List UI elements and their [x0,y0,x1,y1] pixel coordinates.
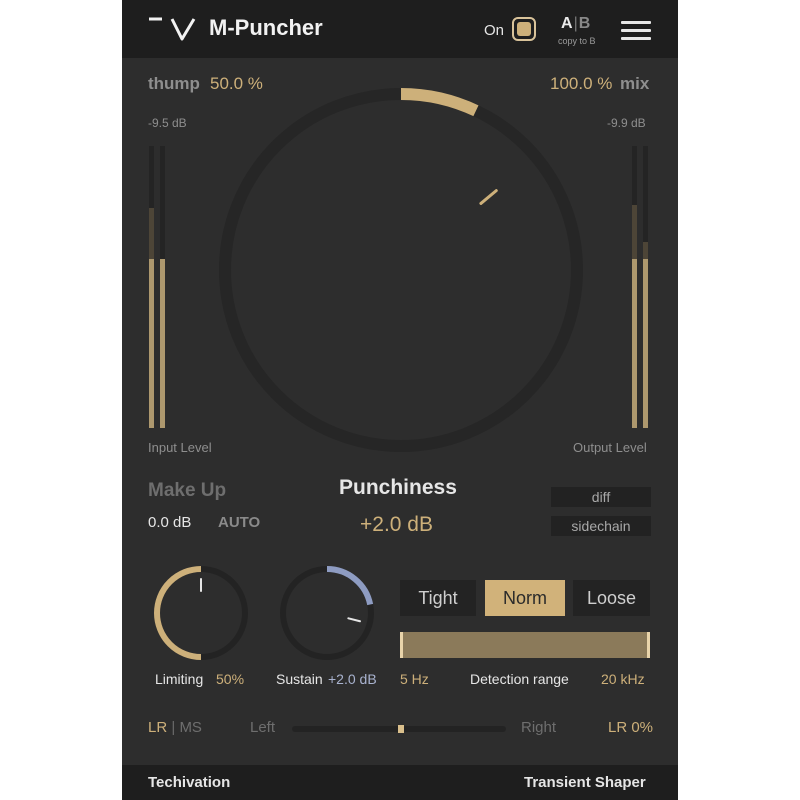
punchiness-value[interactable]: +2.0 dB [360,513,433,537]
stereo-mode-switch[interactable]: LR | MS [148,719,202,736]
detection-range-high-handle[interactable] [647,632,650,658]
detection-range-label: Detection range [470,671,569,687]
limiting-label: Limiting [155,671,204,687]
output-db-readout: -9.9 dB [607,116,646,130]
ab-switch[interactable]: A|B [561,15,590,33]
punchiness-label: Punchiness [339,476,457,499]
input-meter-left [149,146,154,428]
mode-tight-button[interactable]: Tight [400,580,476,616]
sustain-knob[interactable] [277,563,377,663]
output-meter-left [632,146,637,428]
makeup-value[interactable]: 0.0 dB [148,514,191,531]
diff-toggle[interactable]: diff [551,487,651,507]
power-toggle[interactable] [512,17,536,41]
balance-slider-thumb[interactable] [398,725,404,733]
output-meter-right [643,146,648,428]
punchiness-knob[interactable] [219,88,583,452]
lr-mode-button[interactable]: LR [148,719,167,736]
balance-value[interactable]: LR 0% [608,719,653,736]
detection-low-value: 5 Hz [400,671,429,687]
thump-label: thump [148,74,200,93]
limiting-value[interactable]: 50% [216,671,244,687]
footer-product: Transient Shaper [524,774,646,791]
app-title: M-Puncher [209,15,323,40]
on-label: On [484,22,505,39]
detection-high-value: 20 kHz [601,671,645,687]
input-meter-right [160,146,165,428]
input-level-label: Input Level [148,440,212,455]
footer-bar: Techivation Transient Shaper [122,765,678,800]
detection-range-low-handle[interactable] [400,632,403,658]
ab-a-button[interactable]: A [561,15,573,32]
makeup-auto-button[interactable]: AUTO [218,514,260,531]
hamburger-menu-icon[interactable] [621,21,651,45]
input-db-readout: -9.5 dB [148,116,187,130]
makeup-label: Make Up [148,480,227,501]
ab-b-button[interactable]: B [579,15,591,32]
techivation-logo-icon [149,17,196,41]
output-level-label: Output Level [573,440,647,455]
sustain-value[interactable]: +2.0 dB [328,671,377,687]
footer-brand: Techivation [148,774,231,791]
ms-mode-button[interactable]: MS [179,719,202,736]
balance-right-label: Right [521,719,557,736]
mix-label: mix [620,74,650,93]
sidechain-toggle[interactable]: sidechain [551,516,651,536]
plugin-window: M-Puncher On A|B copy to B thump 50.0 % … [122,0,678,800]
mode-loose-button[interactable]: Loose [573,580,650,616]
header-bar: M-Puncher On A|B copy to B [122,0,678,58]
sustain-label: Sustain [276,671,323,687]
detection-range-slider[interactable] [400,632,650,658]
limiting-knob[interactable] [151,563,251,663]
mode-norm-button[interactable]: Norm [485,580,565,616]
copy-to-b-button[interactable]: copy to B [558,36,596,46]
balance-left-label: Left [250,719,276,736]
